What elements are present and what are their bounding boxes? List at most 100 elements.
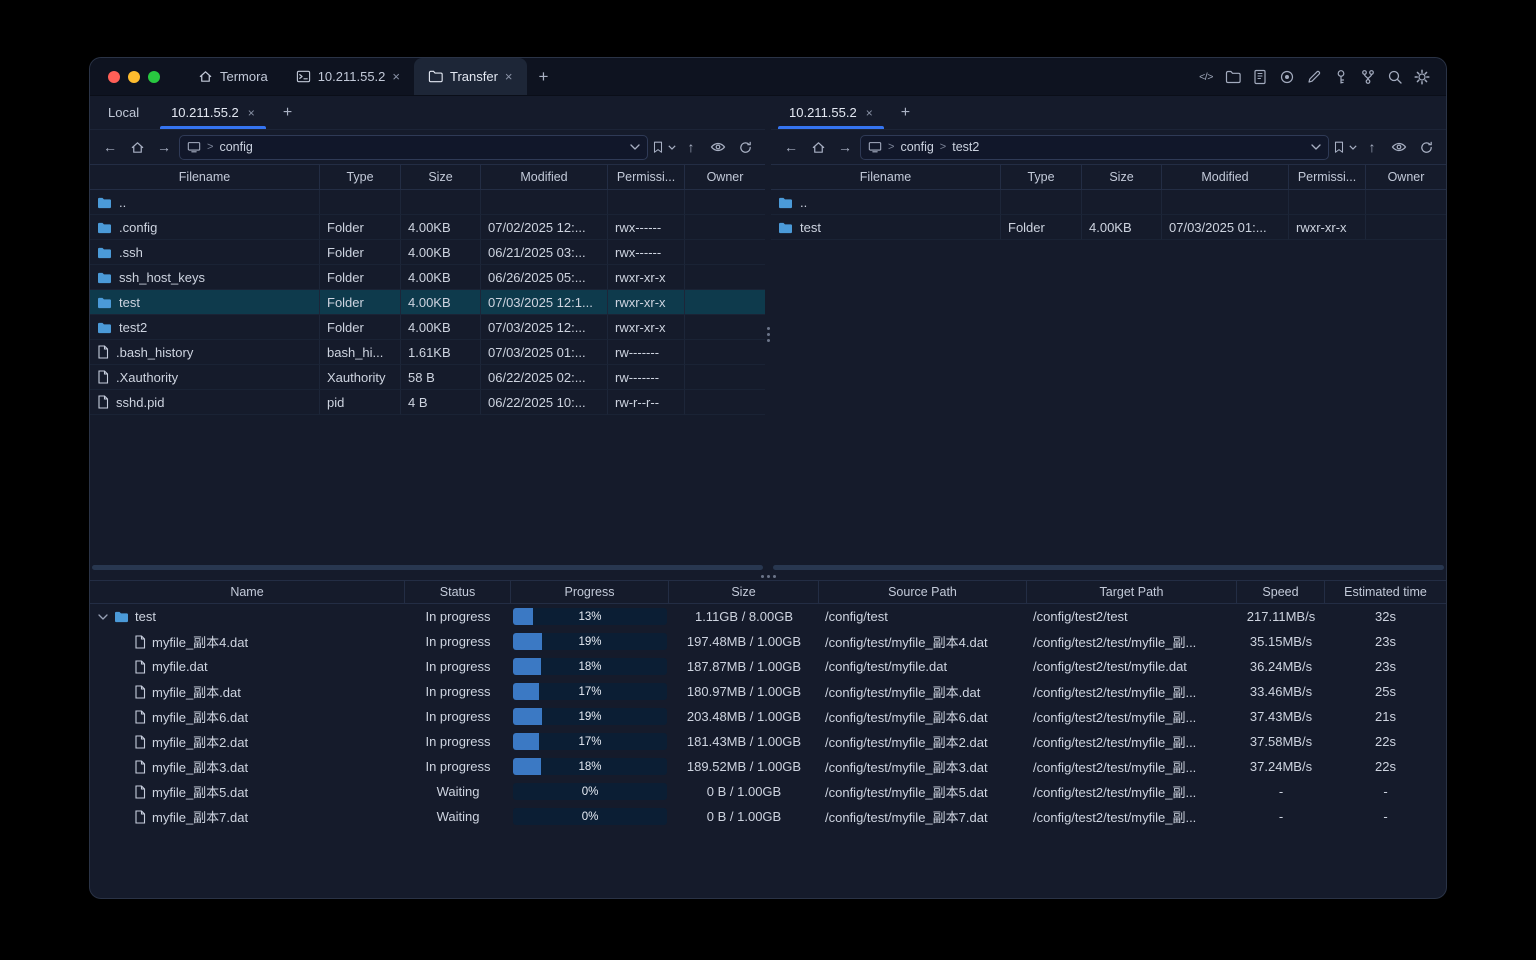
tab-transfer[interactable]: Transfer × [414, 58, 527, 95]
close-tab-icon[interactable]: × [248, 107, 255, 119]
back-button[interactable]: ← [779, 135, 803, 159]
horizontal-scrollbar[interactable] [773, 565, 1444, 570]
progress-cell: 17% [511, 679, 669, 704]
upload-button[interactable]: ↑ [1360, 135, 1384, 159]
expand-chevron-icon[interactable] [98, 614, 108, 620]
tab-remote-host[interactable]: 10.211.55.2 × [773, 96, 889, 129]
new-window-tab-button[interactable]: + [527, 58, 561, 95]
folder-button[interactable] [1222, 66, 1244, 88]
transfer-splitter[interactable] [90, 572, 1446, 580]
bookmark-button[interactable] [651, 135, 676, 159]
file-row[interactable]: test Folder 4.00KB 07/03/2025 01:... rwx… [771, 215, 1446, 240]
home-button[interactable] [806, 135, 830, 159]
column-header-size[interactable]: Size [401, 165, 481, 189]
search-button[interactable] [1384, 66, 1406, 88]
file-row[interactable]: .config Folder 4.00KB 07/02/2025 12:... … [90, 215, 765, 240]
bookmark-button[interactable] [1332, 135, 1357, 159]
new-panel-tab-button[interactable]: + [889, 96, 922, 129]
column-header-type[interactable]: Type [1001, 165, 1082, 189]
transfer-row[interactable]: myfile_副本6.dat In progress 19% 203.48MB … [90, 704, 1446, 729]
home-button[interactable] [125, 135, 149, 159]
forward-button[interactable]: → [152, 135, 176, 159]
folder-icon [97, 246, 112, 259]
refresh-button[interactable] [733, 135, 757, 159]
column-header-source-path[interactable]: Source Path [819, 581, 1027, 603]
new-panel-tab-button[interactable]: + [271, 96, 304, 129]
path-segment[interactable]: test2 [952, 140, 979, 154]
column-header-size[interactable]: Size [669, 581, 819, 603]
settings-button[interactable] [1411, 66, 1433, 88]
source-path-cell: /config/test/myfile_副本7.dat [825, 810, 988, 825]
file-row[interactable]: ssh_host_keys Folder 4.00KB 06/26/2025 0… [90, 265, 765, 290]
code-button[interactable]: </> [1195, 66, 1217, 88]
transfer-row[interactable]: myfile.dat In progress 18% 187.87MB / 1.… [90, 654, 1446, 679]
tab-termora[interactable]: Termora [184, 58, 282, 95]
forward-button[interactable]: → [833, 135, 857, 159]
horizontal-scrollbar[interactable] [92, 565, 763, 570]
column-header-target-path[interactable]: Target Path [1027, 581, 1237, 603]
transfer-row[interactable]: myfile_副本7.dat Waiting 0% 0 B / 1.00GB /… [90, 804, 1446, 829]
column-header-owner[interactable]: Owner [685, 165, 765, 189]
record-icon [1279, 69, 1295, 85]
column-header-permissions[interactable]: Permissi... [1289, 165, 1366, 189]
show-hidden-button[interactable] [706, 135, 730, 159]
upload-button[interactable]: ↑ [679, 135, 703, 159]
transfer-row[interactable]: myfile_副本.dat In progress 17% 180.97MB /… [90, 679, 1446, 704]
column-header-filename[interactable]: Filename [771, 165, 1001, 189]
speed-cell: 35.15MB/s [1249, 634, 1313, 649]
path-segment[interactable]: config [219, 140, 252, 154]
column-header-type[interactable]: Type [320, 165, 401, 189]
file-row[interactable]: .bash_history bash_hi... 1.61KB 07/03/20… [90, 340, 765, 365]
computer-icon [868, 140, 882, 154]
progress-label: 19% [578, 635, 602, 648]
path-dropdown-button[interactable] [1311, 144, 1321, 150]
file-row[interactable]: sshd.pid pid 4 B 06/22/2025 10:... rw-r-… [90, 390, 765, 415]
tab-host-terminal[interactable]: 10.211.55.2 × [282, 58, 414, 95]
path-dropdown-button[interactable] [630, 144, 640, 150]
key-button[interactable] [1330, 66, 1352, 88]
transfer-row[interactable]: test In progress 13% 1.11GB / 8.00GB /co… [90, 604, 1446, 629]
close-tab-icon[interactable]: × [866, 107, 873, 119]
record-button[interactable] [1276, 66, 1298, 88]
back-button[interactable]: ← [98, 135, 122, 159]
edit-button[interactable] [1303, 66, 1325, 88]
transfer-row[interactable]: myfile_副本5.dat Waiting 0% 0 B / 1.00GB /… [90, 779, 1446, 804]
close-window-button[interactable] [108, 70, 120, 83]
column-header-modified[interactable]: Modified [481, 165, 608, 189]
path-segment[interactable]: config [900, 140, 933, 154]
file-row[interactable]: .Xauthority Xauthority 58 B 06/22/2025 0… [90, 365, 765, 390]
tab-remote-host[interactable]: 10.211.55.2 × [155, 96, 271, 129]
file-row[interactable]: .ssh Folder 4.00KB 06/21/2025 03:... rwx… [90, 240, 765, 265]
column-header-speed[interactable]: Speed [1237, 581, 1325, 603]
source-path-cell: /config/test/myfile_副本.dat [825, 685, 981, 700]
column-header-progress[interactable]: Progress [511, 581, 669, 603]
path-breadcrumb[interactable]: > config > test2 [860, 134, 1329, 160]
path-breadcrumb[interactable]: > config [179, 134, 648, 160]
transfer-row[interactable]: myfile_副本4.dat In progress 19% 197.48MB … [90, 629, 1446, 654]
column-header-owner[interactable]: Owner [1366, 165, 1446, 189]
column-header-modified[interactable]: Modified [1162, 165, 1289, 189]
transfer-row[interactable]: myfile_副本3.dat In progress 18% 189.52MB … [90, 754, 1446, 779]
notebook-button[interactable] [1249, 66, 1271, 88]
file-row[interactable]: .. [771, 190, 1446, 215]
progress-bar: 18% [513, 758, 667, 775]
branch-button[interactable] [1357, 66, 1379, 88]
close-tab-icon[interactable]: × [505, 70, 513, 83]
column-header-name[interactable]: Name [90, 581, 405, 603]
column-header-estimated-time[interactable]: Estimated time [1325, 581, 1446, 603]
column-header-permissions[interactable]: Permissi... [608, 165, 685, 189]
minimize-window-button[interactable] [128, 70, 140, 83]
transfer-row[interactable]: myfile_副本2.dat In progress 17% 181.43MB … [90, 729, 1446, 754]
zoom-window-button[interactable] [148, 70, 160, 83]
show-hidden-button[interactable] [1387, 135, 1411, 159]
column-header-size[interactable]: Size [1082, 165, 1162, 189]
tab-local[interactable]: Local [92, 96, 155, 129]
file-row[interactable]: test2 Folder 4.00KB 07/03/2025 12:... rw… [90, 315, 765, 340]
close-tab-icon[interactable]: × [392, 70, 400, 83]
column-header-filename[interactable]: Filename [90, 165, 320, 189]
column-header-status[interactable]: Status [405, 581, 511, 603]
refresh-button[interactable] [1414, 135, 1438, 159]
target-path-cell: /config/test2/test/myfile_副... [1033, 710, 1197, 725]
file-row-selected[interactable]: test Folder 4.00KB 07/03/2025 12:1... rw… [90, 290, 765, 315]
file-row[interactable]: .. [90, 190, 765, 215]
